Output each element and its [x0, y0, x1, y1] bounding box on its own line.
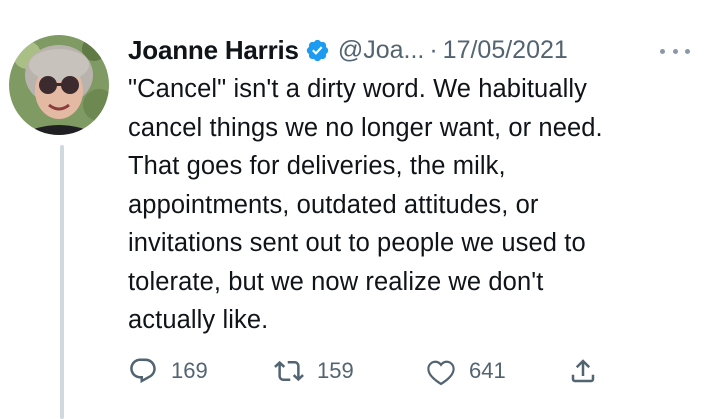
share-button[interactable] — [568, 352, 598, 390]
tweet-header: Joanne Harris @Joa... · 17/05/2021 — [128, 30, 718, 70]
retweet-button[interactable]: 159 — [274, 352, 354, 390]
author-name[interactable]: Joanne Harris — [128, 35, 299, 66]
reply-button[interactable]: 169 — [128, 352, 208, 390]
more-dots-icon[interactable] — [660, 40, 690, 62]
avatar[interactable] — [9, 35, 109, 135]
author-handle[interactable]: @Joa... — [338, 36, 425, 65]
share-upload-icon — [571, 359, 595, 383]
thread-connector-line — [60, 145, 64, 419]
verified-badge-icon — [305, 38, 330, 63]
retweet-count: 159 — [317, 358, 354, 383]
header-separator: · — [429, 35, 438, 64]
like-count: 641 — [469, 358, 506, 383]
heart-icon — [427, 360, 455, 386]
speech-bubble-icon — [130, 358, 156, 384]
tweet-date[interactable]: 17/05/2021 — [443, 36, 568, 65]
tweet-actions: 169 159 641 — [128, 352, 688, 390]
tweet-content: Joanne Harris @Joa... · 17/05/2021 "Canc… — [128, 30, 718, 386]
like-button[interactable]: 641 — [426, 352, 506, 390]
tweet-text: "Cancel" isn't a dirty word. We habitual… — [128, 75, 603, 334]
reply-count: 169 — [171, 358, 208, 383]
retweet-arrows-icon — [274, 360, 304, 382]
avatar-image — [9, 35, 109, 135]
